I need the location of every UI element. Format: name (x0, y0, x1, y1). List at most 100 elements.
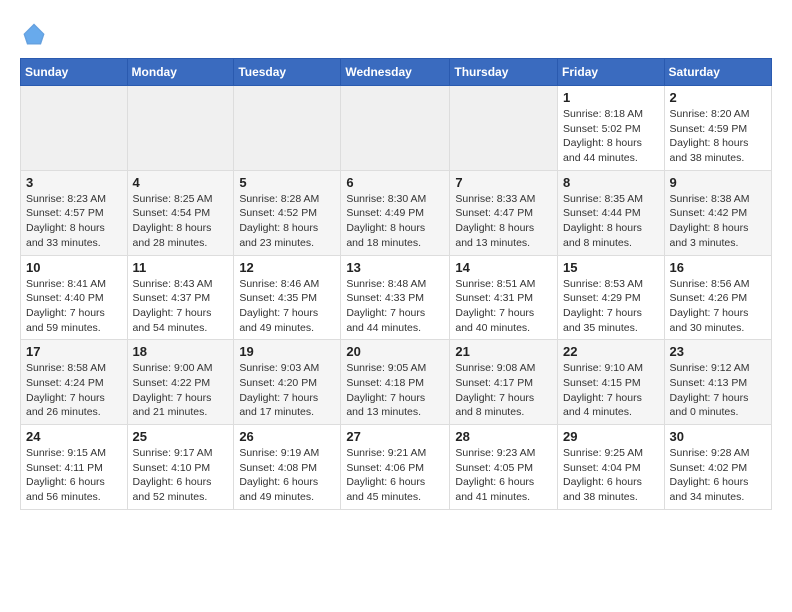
day-info: Sunrise: 8:41 AM Sunset: 4:40 PM Dayligh… (26, 277, 122, 336)
day-info: Sunrise: 8:53 AM Sunset: 4:29 PM Dayligh… (563, 277, 659, 336)
day-info: Sunrise: 9:17 AM Sunset: 4:10 PM Dayligh… (133, 446, 229, 505)
day-info: Sunrise: 8:38 AM Sunset: 4:42 PM Dayligh… (670, 192, 766, 251)
day-info: Sunrise: 8:20 AM Sunset: 4:59 PM Dayligh… (670, 107, 766, 166)
day-cell: 29Sunrise: 9:25 AM Sunset: 4:04 PM Dayli… (558, 425, 665, 510)
day-cell (234, 86, 341, 171)
day-info: Sunrise: 9:08 AM Sunset: 4:17 PM Dayligh… (455, 361, 552, 420)
day-cell: 12 Sunrise: 8:46 AM Sunset: 4:35 PM Dayli… (234, 255, 341, 340)
day-info: Sunrise: 9:03 AM Sunset: 4:20 PM Dayligh… (239, 361, 335, 420)
day-number: 10 (26, 260, 122, 275)
day-cell: 1Sunrise: 8:18 AM Sunset: 5:02 PM Daylig… (558, 86, 665, 171)
day-number: 14 (455, 260, 552, 275)
day-number: 27 (346, 429, 444, 444)
day-number: 28 (455, 429, 552, 444)
page-header (20, 20, 772, 48)
day-info: Sunrise: 8:46 AM Sunset: 4:35 PM Dayligh… (239, 277, 335, 336)
day-info: Sunrise: 9:12 AM Sunset: 4:13 PM Dayligh… (670, 361, 766, 420)
header-sunday: Sunday (21, 59, 128, 86)
day-info: Sunrise: 9:21 AM Sunset: 4:06 PM Dayligh… (346, 446, 444, 505)
header-wednesday: Wednesday (341, 59, 450, 86)
day-number: 3 (26, 175, 122, 190)
day-cell: 8 Sunrise: 8:35 AM Sunset: 4:44 PM Daylig… (558, 170, 665, 255)
day-number: 24 (26, 429, 122, 444)
day-number: 6 (346, 175, 444, 190)
day-cell: 26Sunrise: 9:19 AM Sunset: 4:08 PM Dayli… (234, 425, 341, 510)
day-info: Sunrise: 8:23 AM Sunset: 4:57 PM Dayligh… (26, 192, 122, 251)
day-info: Sunrise: 9:10 AM Sunset: 4:15 PM Dayligh… (563, 361, 659, 420)
day-number: 16 (670, 260, 766, 275)
day-cell: 2 Sunrise: 8:20 AM Sunset: 4:59 PM Daylig… (664, 86, 771, 171)
week-row-5: 24 Sunrise: 9:15 AM Sunset: 4:11 PM Dayli… (21, 425, 772, 510)
day-info: Sunrise: 8:28 AM Sunset: 4:52 PM Dayligh… (239, 192, 335, 251)
header-thursday: Thursday (450, 59, 558, 86)
day-number: 5 (239, 175, 335, 190)
day-info: Sunrise: 9:00 AM Sunset: 4:22 PM Dayligh… (133, 361, 229, 420)
day-cell (341, 86, 450, 171)
day-info: Sunrise: 8:51 AM Sunset: 4:31 PM Dayligh… (455, 277, 552, 336)
week-row-2: 3 Sunrise: 8:23 AM Sunset: 4:57 PM Daylig… (21, 170, 772, 255)
week-row-4: 17 Sunrise: 8:58 AM Sunset: 4:24 PM Dayli… (21, 340, 772, 425)
day-cell: 7Sunrise: 8:33 AM Sunset: 4:47 PM Daylig… (450, 170, 558, 255)
day-cell (450, 86, 558, 171)
day-number: 12 (239, 260, 335, 275)
logo (20, 20, 52, 48)
calendar: SundayMondayTuesdayWednesdayThursdayFrid… (20, 58, 772, 510)
day-cell: 9Sunrise: 8:38 AM Sunset: 4:42 PM Daylig… (664, 170, 771, 255)
day-number: 20 (346, 344, 444, 359)
day-info: Sunrise: 9:23 AM Sunset: 4:05 PM Dayligh… (455, 446, 552, 505)
day-number: 18 (133, 344, 229, 359)
day-number: 30 (670, 429, 766, 444)
day-info: Sunrise: 9:05 AM Sunset: 4:18 PM Dayligh… (346, 361, 444, 420)
day-info: Sunrise: 9:19 AM Sunset: 4:08 PM Dayligh… (239, 446, 335, 505)
day-cell (127, 86, 234, 171)
day-info: Sunrise: 9:25 AM Sunset: 4:04 PM Dayligh… (563, 446, 659, 505)
day-cell: 24 Sunrise: 9:15 AM Sunset: 4:11 PM Dayli… (21, 425, 128, 510)
day-number: 4 (133, 175, 229, 190)
day-number: 25 (133, 429, 229, 444)
day-cell: 14 Sunrise: 8:51 AM Sunset: 4:31 PM Dayli… (450, 255, 558, 340)
day-number: 1 (563, 90, 659, 105)
day-cell: 6 Sunrise: 8:30 AM Sunset: 4:49 PM Daylig… (341, 170, 450, 255)
week-row-1: 1Sunrise: 8:18 AM Sunset: 5:02 PM Daylig… (21, 86, 772, 171)
day-number: 11 (133, 260, 229, 275)
day-cell: 10 Sunrise: 8:41 AM Sunset: 4:40 PM Dayli… (21, 255, 128, 340)
day-info: Sunrise: 8:33 AM Sunset: 4:47 PM Dayligh… (455, 192, 552, 251)
header-tuesday: Tuesday (234, 59, 341, 86)
day-cell: 19 Sunrise: 9:03 AM Sunset: 4:20 PM Dayli… (234, 340, 341, 425)
day-number: 17 (26, 344, 122, 359)
day-cell: 17 Sunrise: 8:58 AM Sunset: 4:24 PM Dayli… (21, 340, 128, 425)
day-cell: 28 Sunrise: 9:23 AM Sunset: 4:05 PM Dayli… (450, 425, 558, 510)
day-number: 8 (563, 175, 659, 190)
day-number: 13 (346, 260, 444, 275)
day-info: Sunrise: 8:35 AM Sunset: 4:44 PM Dayligh… (563, 192, 659, 251)
day-info: Sunrise: 8:25 AM Sunset: 4:54 PM Dayligh… (133, 192, 229, 251)
day-number: 23 (670, 344, 766, 359)
day-number: 22 (563, 344, 659, 359)
day-info: Sunrise: 9:15 AM Sunset: 4:11 PM Dayligh… (26, 446, 122, 505)
day-info: Sunrise: 8:48 AM Sunset: 4:33 PM Dayligh… (346, 277, 444, 336)
day-cell: 11 Sunrise: 8:43 AM Sunset: 4:37 PM Dayli… (127, 255, 234, 340)
day-cell: 18 Sunrise: 9:00 AM Sunset: 4:22 PM Dayli… (127, 340, 234, 425)
day-info: Sunrise: 8:30 AM Sunset: 4:49 PM Dayligh… (346, 192, 444, 251)
header-friday: Friday (558, 59, 665, 86)
day-cell: 16 Sunrise: 8:56 AM Sunset: 4:26 PM Dayli… (664, 255, 771, 340)
day-cell: 5 Sunrise: 8:28 AM Sunset: 4:52 PM Daylig… (234, 170, 341, 255)
day-number: 19 (239, 344, 335, 359)
day-cell (21, 86, 128, 171)
day-cell: 22 Sunrise: 9:10 AM Sunset: 4:15 PM Dayli… (558, 340, 665, 425)
day-cell: 15Sunrise: 8:53 AM Sunset: 4:29 PM Dayli… (558, 255, 665, 340)
day-cell: 27 Sunrise: 9:21 AM Sunset: 4:06 PM Dayli… (341, 425, 450, 510)
day-cell: 13 Sunrise: 8:48 AM Sunset: 4:33 PM Dayli… (341, 255, 450, 340)
day-number: 2 (670, 90, 766, 105)
day-number: 21 (455, 344, 552, 359)
week-row-3: 10 Sunrise: 8:41 AM Sunset: 4:40 PM Dayli… (21, 255, 772, 340)
day-info: Sunrise: 8:43 AM Sunset: 4:37 PM Dayligh… (133, 277, 229, 336)
header-monday: Monday (127, 59, 234, 86)
header-saturday: Saturday (664, 59, 771, 86)
day-info: Sunrise: 8:56 AM Sunset: 4:26 PM Dayligh… (670, 277, 766, 336)
day-cell: 25 Sunrise: 9:17 AM Sunset: 4:10 PM Dayli… (127, 425, 234, 510)
logo-icon (20, 20, 48, 48)
day-info: Sunrise: 8:58 AM Sunset: 4:24 PM Dayligh… (26, 361, 122, 420)
day-cell: 20 Sunrise: 9:05 AM Sunset: 4:18 PM Dayli… (341, 340, 450, 425)
calendar-header-row: SundayMondayTuesdayWednesdayThursdayFrid… (21, 59, 772, 86)
